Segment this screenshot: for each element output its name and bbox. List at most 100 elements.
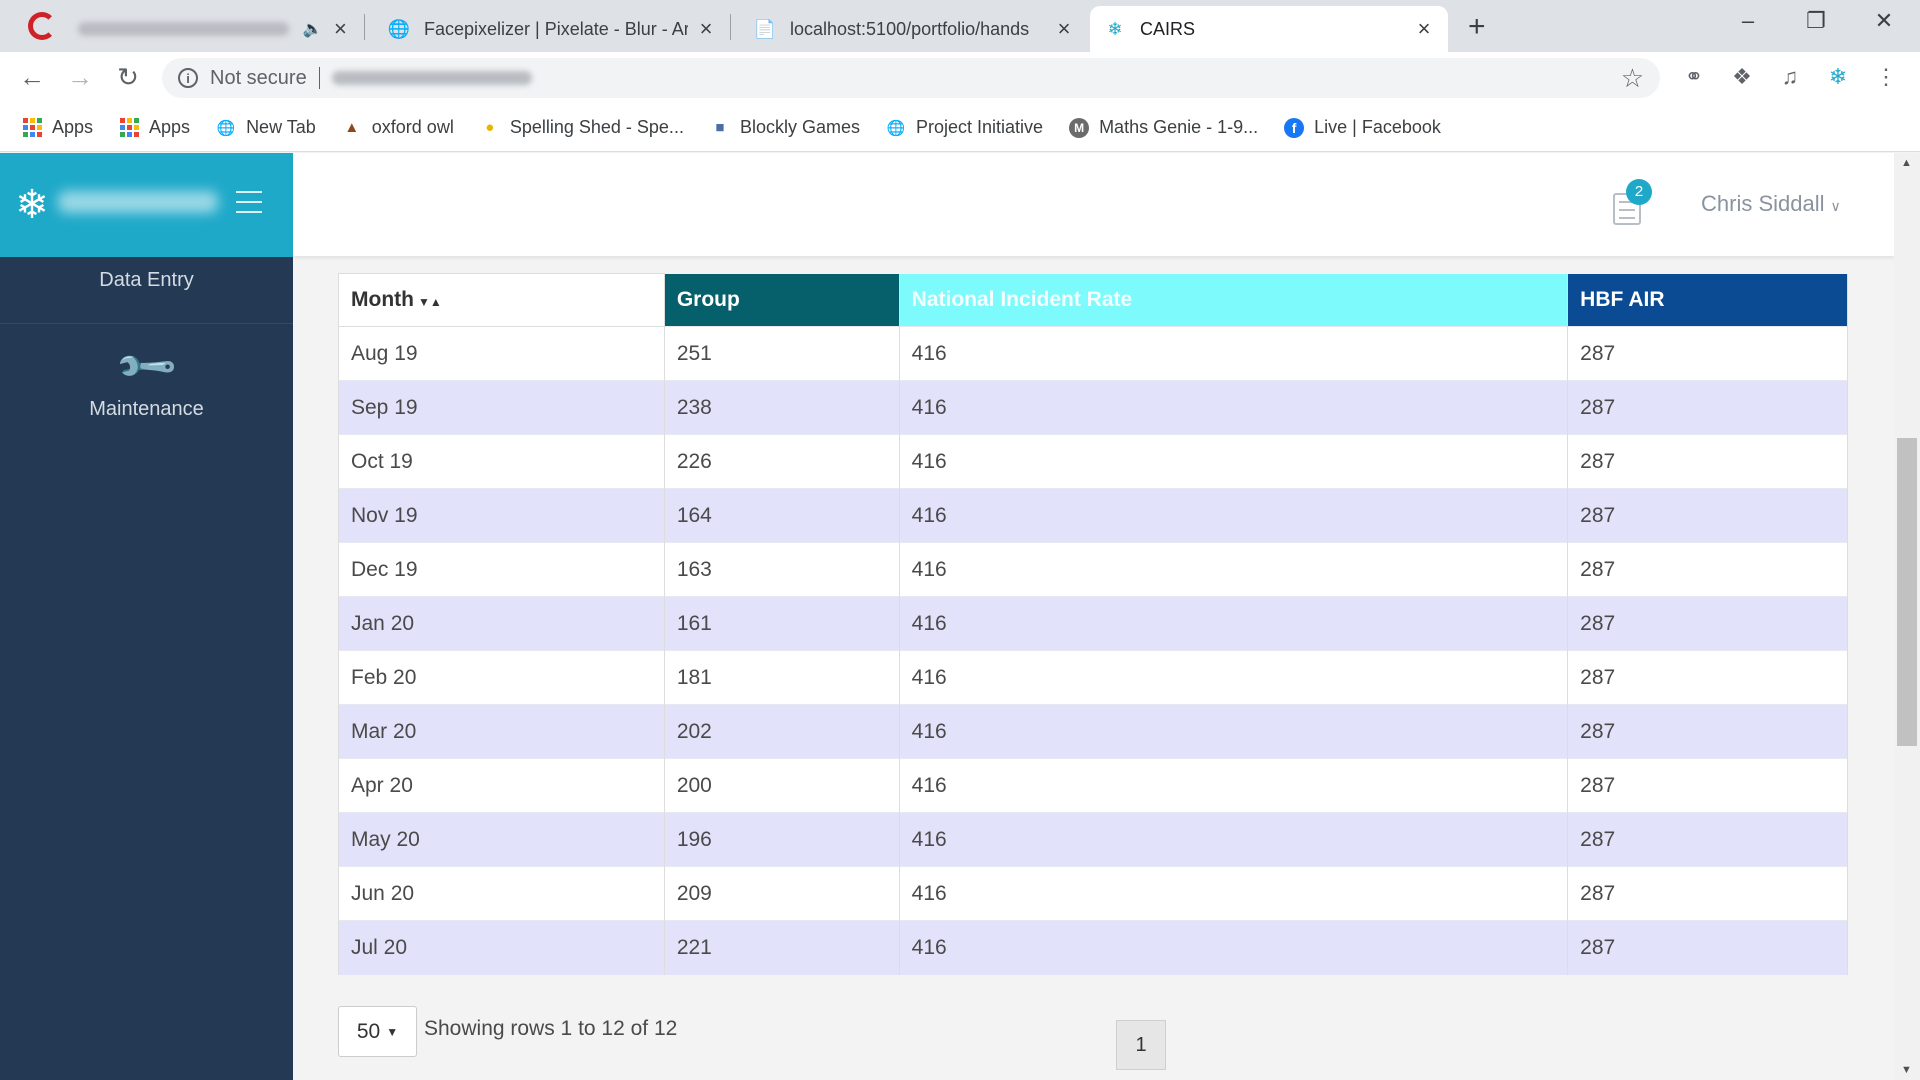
bookmark-oxford-owl[interactable]: ▲ oxford owl — [342, 117, 453, 138]
bookmark-new-tab[interactable]: 🌐 New Tab — [216, 117, 316, 138]
brand-logo-icon[interactable]: ❄ — [10, 183, 54, 227]
blurred-brand-name — [58, 191, 218, 213]
page-viewport: ❄ Data Entry 🔧 Maintenance 2 Chris Sidda… — [0, 153, 1920, 1080]
cell-group: 164 — [664, 488, 900, 543]
profile-icon[interactable]: ❄ — [1824, 64, 1852, 90]
close-tab-icon[interactable]: × — [331, 16, 350, 42]
blurred-url — [331, 71, 532, 85]
extension-glasses-icon[interactable]: ⚭ — [1680, 64, 1708, 90]
data-table: Month ▼▲ Group National Incident Rate HBF… — [338, 273, 1848, 975]
tab-title: localhost:5100/portfolio/hands — [790, 18, 1030, 39]
app-header: 2 Chris Siddall ∨ — [293, 153, 1894, 256]
close-tab-icon[interactable]: × — [1054, 16, 1074, 42]
table-row: Feb 20 181 416 287 — [338, 650, 1848, 705]
bookmark-label: Apps — [149, 117, 191, 137]
globe-icon: 🌐 — [886, 119, 906, 137]
cell-hbf-air: 287 — [1567, 920, 1848, 975]
bookmark-blockly-games[interactable]: ■ Blockly Games — [710, 117, 860, 138]
column-header-group[interactable]: Group — [664, 273, 900, 327]
cell-hbf-air: 287 — [1567, 812, 1848, 867]
info-icon[interactable]: i — [178, 68, 198, 88]
blurred-tab-title — [78, 22, 289, 36]
minimize-icon[interactable]: – — [1720, 8, 1776, 34]
close-tab-icon[interactable]: × — [696, 16, 716, 42]
tab-cairs[interactable]: ❄ CAIRS × — [1090, 6, 1448, 52]
back-icon[interactable]: ← — [16, 62, 48, 93]
cell-hbf-air: 287 — [1567, 488, 1848, 543]
hamburger-menu-icon[interactable] — [236, 191, 262, 221]
new-tab-icon[interactable]: + — [1468, 10, 1486, 44]
sidebar-item-maintenance[interactable]: 🔧 Maintenance — [0, 334, 293, 421]
cell-month: Aug 19 — [338, 326, 665, 381]
bookmark-star-icon[interactable]: ☆ — [1621, 63, 1644, 94]
tab-facepixelizer[interactable]: 🌐 Facepixelizer | Pixelate - Blur - Ar × — [374, 6, 730, 52]
table-row: Sep 19 238 416 287 — [338, 380, 1848, 435]
cell-hbf-air: 287 — [1567, 704, 1848, 759]
scroll-down-icon[interactable]: ▼ — [1901, 1064, 1912, 1076]
cell-hbf-air: 287 — [1567, 650, 1848, 705]
bookmark-apps[interactable]: Apps — [119, 117, 190, 138]
cell-hbf-air: 287 — [1567, 596, 1848, 651]
user-name: Chris Siddall — [1701, 191, 1825, 216]
column-header-hbf-air[interactable]: HBF AIR — [1567, 273, 1848, 327]
menu-kebab-icon[interactable]: ⋮ — [1872, 64, 1900, 90]
cell-hbf-air: 287 — [1567, 866, 1848, 921]
page-size-select[interactable]: 50 ▼ — [338, 1006, 417, 1057]
scrollbar-thumb[interactable] — [1897, 438, 1917, 746]
column-header-month[interactable]: Month ▼▲ — [338, 273, 665, 327]
close-window-icon[interactable]: ✕ — [1856, 8, 1912, 34]
scroll-up-icon[interactable]: ▲ — [1901, 157, 1912, 169]
page-icon: 📄 — [753, 18, 777, 39]
pagination-info: Showing rows 1 to 12 of 12 — [424, 1017, 678, 1040]
cell-month: Nov 19 — [338, 488, 665, 543]
table-row: Jun 20 209 416 287 — [338, 866, 1848, 921]
user-menu[interactable]: Chris Siddall ∨ — [1701, 191, 1841, 217]
bookmark-label: Spelling Shed - Spe... — [509, 117, 684, 137]
cell-group: 181 — [664, 650, 900, 705]
cell-national-incident-rate: 416 — [899, 812, 1569, 867]
caret-down-icon: ▼ — [386, 1024, 399, 1039]
cell-national-incident-rate: 416 — [899, 542, 1569, 597]
reload-icon[interactable]: ↻ — [112, 62, 144, 93]
table-row: Mar 20 202 416 287 — [338, 704, 1848, 759]
column-header-national-incident-rate[interactable]: National Incident Rate — [899, 273, 1569, 327]
close-tab-icon[interactable]: × — [1414, 16, 1434, 42]
cell-group: 238 — [664, 380, 900, 435]
bookmark-maths-genie[interactable]: M Maths Genie - 1-9... — [1069, 117, 1258, 138]
cell-hbf-air: 287 — [1567, 542, 1848, 597]
bookmark-facebook[interactable]: f Live | Facebook — [1284, 117, 1441, 138]
cell-hbf-air: 287 — [1567, 326, 1848, 381]
cell-group: 202 — [664, 704, 900, 759]
cell-national-incident-rate: 416 — [899, 326, 1569, 381]
browser-toolbar: ← → ↻ i Not secure ☆ ⚭ ❖ ♫ ❄ ⋮ — [0, 52, 1920, 104]
tab-localhost[interactable]: 📄 localhost:5100/portfolio/hands × — [740, 6, 1088, 52]
cell-group: 226 — [664, 434, 900, 489]
media-playlist-icon[interactable]: ♫ — [1776, 64, 1804, 90]
table-row: Dec 19 163 416 287 — [338, 542, 1848, 597]
extensions-puzzle-icon[interactable]: ❖ — [1728, 64, 1756, 90]
cell-group: 163 — [664, 542, 900, 597]
cell-national-incident-rate: 416 — [899, 380, 1569, 435]
address-bar[interactable]: i Not secure ☆ — [162, 58, 1660, 98]
page-button[interactable]: 1 — [1116, 1020, 1166, 1070]
tab-title: CAIRS — [1140, 18, 1196, 39]
bookmark-label: New Tab — [246, 117, 316, 137]
cell-national-incident-rate: 416 — [899, 920, 1569, 975]
cell-national-incident-rate: 416 — [899, 704, 1569, 759]
sidebar: ❄ Data Entry 🔧 Maintenance — [0, 153, 293, 1080]
globe-icon: 🌐 — [216, 119, 236, 137]
bookmark-project-initiative[interactable]: 🌐 Project Initiative — [886, 117, 1043, 138]
bookmarks-bar: Apps Apps 🌐 New Tab ▲ oxford owl ● Spell… — [0, 104, 1920, 152]
cell-month: Sep 19 — [338, 380, 665, 435]
bookmark-spelling-shed[interactable]: ● Spelling Shed - Spe... — [480, 117, 684, 138]
bookmark-apps[interactable]: Apps — [22, 117, 93, 138]
scrollbar[interactable]: ▲ ▼ — [1894, 153, 1920, 1080]
forward-icon[interactable]: → — [64, 62, 96, 93]
sort-icon[interactable]: ▼▲ — [418, 295, 442, 309]
chevron-down-icon: ∨ — [1830, 198, 1841, 214]
maths-genie-icon: M — [1069, 117, 1090, 138]
tab-blurred[interactable]: 🔈 × — [64, 6, 364, 52]
speaker-muted-icon[interactable]: 🔈 — [303, 19, 323, 39]
restore-icon[interactable]: ❐ — [1788, 8, 1844, 34]
column-header-label: Month — [351, 288, 414, 311]
